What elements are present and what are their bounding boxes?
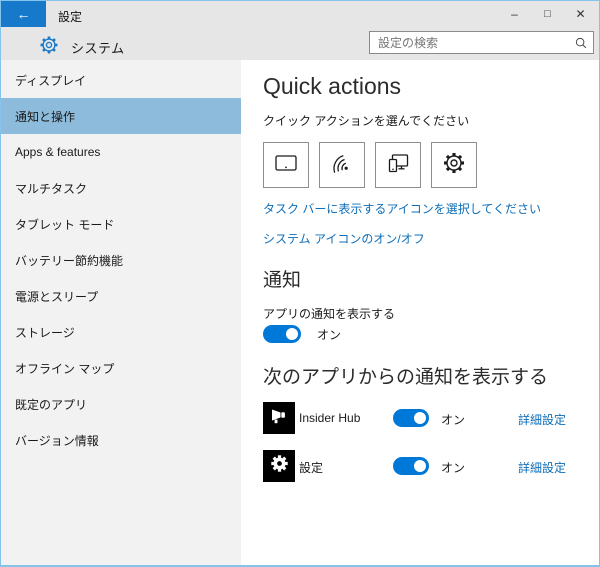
- sidebar-item-offline-maps[interactable]: オフライン マップ: [1, 350, 241, 386]
- toggle-knob: [414, 412, 426, 424]
- sidebar: ディスプレイ 通知と操作 Apps & features マルチタスク タブレッ…: [1, 60, 241, 565]
- toggle-knob: [414, 460, 426, 472]
- quick-actions-title: Quick actions: [263, 73, 402, 99]
- search-icon[interactable]: [571, 33, 591, 53]
- arrow-left-icon: ←: [16, 6, 31, 22]
- system-gear-icon: [38, 34, 60, 56]
- show-app-notifications-label: アプリの通知を表示する: [263, 307, 396, 321]
- sidebar-item-multitasking[interactable]: マルチタスク: [1, 170, 241, 206]
- quick-action-tile-all-settings[interactable]: [431, 142, 477, 188]
- gear-icon: [269, 453, 290, 479]
- quick-action-tile-tablet-mode[interactable]: [263, 142, 309, 188]
- app-name: 設定: [299, 461, 324, 475]
- settings-app-icon: [263, 450, 295, 482]
- insider-hub-advanced-link[interactable]: 詳細設定: [518, 411, 566, 428]
- sidebar-item-storage[interactable]: ストレージ: [1, 314, 241, 350]
- page-title: システム: [71, 41, 125, 56]
- close-button[interactable]: ✕: [564, 1, 597, 27]
- minimize-icon: –: [511, 7, 518, 21]
- quick-action-tile-connect[interactable]: [375, 142, 421, 188]
- sidebar-item-notifications-actions[interactable]: 通知と操作: [1, 98, 241, 134]
- settings-app-advanced-link[interactable]: 詳細設定: [518, 459, 566, 476]
- sidebar-item-tablet-mode[interactable]: タブレット モード: [1, 206, 241, 242]
- settings-window: ← 設定 – □ ✕ システム 設定の検索 ディスプレイ 通知と操作 Apps …: [0, 0, 600, 567]
- search-box: [369, 31, 594, 54]
- window-title: 設定: [58, 10, 83, 24]
- window-controls: – □ ✕: [498, 1, 597, 27]
- app-notification-row-settings: 設定 オン 詳細設定: [263, 450, 593, 482]
- search-input[interactable]: [370, 32, 571, 53]
- connect-icon: [385, 150, 411, 181]
- maximize-icon: □: [544, 8, 551, 20]
- main-content: Quick actions クイック アクションを選んでください タスク バーに…: [241, 60, 599, 565]
- settings-app-toggle[interactable]: [393, 457, 429, 475]
- app-notifications-toggle-row: オン: [263, 325, 341, 343]
- insider-hub-toggle[interactable]: [393, 409, 429, 427]
- per-app-notifications-title: 次のアプリからの通知を表示する: [263, 367, 549, 388]
- gear-icon: [441, 150, 467, 181]
- sidebar-item-battery-saver[interactable]: バッテリー節約機能: [1, 242, 241, 278]
- sidebar-item-about[interactable]: バージョン情報: [1, 422, 241, 458]
- app-notifications-toggle[interactable]: [263, 325, 301, 343]
- close-icon: ✕: [575, 7, 586, 21]
- insider-hub-toggle-state: オン: [441, 413, 466, 427]
- sidebar-item-display[interactable]: ディスプレイ: [1, 62, 241, 98]
- sidebar-item-power-sleep[interactable]: 電源とスリープ: [1, 278, 241, 314]
- maximize-button[interactable]: □: [531, 1, 564, 27]
- notifications-section-title: 通知: [263, 270, 302, 291]
- minimize-button[interactable]: –: [498, 1, 531, 27]
- quick-action-tile-wireless[interactable]: [319, 142, 365, 188]
- app-name: Insider Hub: [299, 411, 361, 425]
- tablet-icon: [273, 150, 299, 181]
- wireless-icon: [329, 150, 355, 181]
- quick-actions-subtitle: クイック アクションを選んでください: [263, 114, 470, 128]
- titlebar: ← 設定 – □ ✕ システム 設定の検索: [1, 1, 599, 60]
- app-notifications-toggle-state: オン: [317, 327, 342, 342]
- quick-action-tiles: [263, 142, 477, 188]
- megaphone-icon: [269, 406, 289, 431]
- insider-hub-app-icon: [263, 402, 295, 434]
- sidebar-item-apps-features[interactable]: Apps & features: [1, 134, 241, 170]
- sidebar-item-default-apps[interactable]: 既定のアプリ: [1, 386, 241, 422]
- app-notification-row-insider-hub: Insider Hub オン 詳細設定: [263, 402, 593, 434]
- toggle-knob: [286, 328, 298, 340]
- settings-app-toggle-state: オン: [441, 461, 466, 475]
- back-button[interactable]: ←: [1, 1, 46, 27]
- taskbar-icons-link[interactable]: タスク バーに表示するアイコンを選択してください: [263, 200, 541, 217]
- system-icons-link[interactable]: システム アイコンのオン/オフ: [263, 230, 425, 247]
